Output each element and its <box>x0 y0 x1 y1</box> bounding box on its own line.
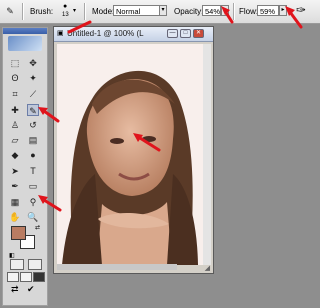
document-title-bar[interactable]: ▣ Untitled-1 @ 100% (L — □ ✕ <box>54 27 213 42</box>
notes-icon[interactable]: ▦ <box>9 196 21 208</box>
image-canvas[interactable] <box>57 44 203 265</box>
mode-label: Mode: <box>92 7 115 16</box>
pen-icon[interactable]: ✒ <box>9 180 21 192</box>
eyedropper-icon[interactable]: ⚲ <box>27 196 39 208</box>
foreground-color-swatch[interactable] <box>11 226 26 240</box>
brush-tool-preset-icon[interactable]: ✎ <box>4 5 16 17</box>
brush-size: 13 <box>62 12 69 18</box>
move-icon[interactable]: ✥ <box>27 57 39 69</box>
opacity-label: Opacity: <box>174 7 204 16</box>
toolbox-title-bar[interactable] <box>3 28 47 34</box>
mode-dropdown-icon[interactable]: ▾ <box>159 5 167 16</box>
document-window: ▣ Untitled-1 @ 100% (L — □ ✕ ◢ <box>53 26 214 274</box>
healing-brush-icon[interactable]: ✚ <box>9 104 21 116</box>
jump-to-imageready-icon[interactable]: ✔ <box>27 284 35 295</box>
flow-slider-button[interactable]: ▸ <box>279 5 287 16</box>
opacity-input[interactable]: 54% <box>202 5 221 16</box>
mode-value: Normal <box>116 7 141 16</box>
vertical-scrollbar[interactable] <box>203 44 211 265</box>
flow-label: Flow: <box>239 7 259 16</box>
imageready-icon[interactable]: ⇄ <box>11 284 19 295</box>
dodge-icon[interactable]: ● <box>27 149 39 161</box>
swap-colors-icon[interactable]: ⇄ <box>35 224 40 231</box>
opacity-value: 54% <box>205 7 221 16</box>
path-selection-icon[interactable]: ➤ <box>9 165 21 177</box>
marquee-icon[interactable]: ⬚ <box>9 57 21 69</box>
brush-preview-icon[interactable]: ● <box>63 3 67 10</box>
gradient-icon[interactable]: ▤ <box>27 134 39 146</box>
airbrush-icon[interactable]: ✑ <box>296 3 306 17</box>
full-screen-mode-icon[interactable] <box>33 272 45 282</box>
close-button[interactable]: ✕ <box>193 29 204 38</box>
flow-value: 59% <box>260 7 276 16</box>
brush-label: Brush: <box>30 7 54 16</box>
type-icon[interactable]: T <box>27 165 39 177</box>
minimize-button[interactable]: — <box>167 29 178 38</box>
photoshop-doc-icon: ▣ <box>57 30 64 37</box>
quick-mask-mode-icon[interactable] <box>28 259 42 270</box>
lasso-icon[interactable]: ʘ <box>9 72 21 84</box>
shape-icon[interactable]: ▭ <box>27 180 39 192</box>
standard-screen-mode-icon[interactable] <box>7 272 19 282</box>
document-title: Untitled-1 @ 100% (L <box>67 29 144 38</box>
default-colors-icon[interactable]: ◧ <box>9 252 15 259</box>
opacity-slider-button[interactable]: ▸ <box>221 5 229 16</box>
toolbox: ⬚ ✥ ʘ ✦ ⌗ ⟋ ✚ ✎ ♙ ↺ ▱ ▤ ◆ ● ➤ T ✒ ▭ ▦ ⚲ … <box>2 27 48 306</box>
magic-wand-icon[interactable]: ✦ <box>27 72 39 84</box>
blur-icon[interactable]: ◆ <box>9 149 21 161</box>
brush-dropdown-icon[interactable]: ▾ <box>73 7 76 14</box>
portrait-photo <box>57 44 203 265</box>
hand-icon[interactable]: ✋ <box>9 211 21 223</box>
options-bar: ✎ Brush: ● 13 ▾ Mode: Normal ▾ Opacity: … <box>0 0 320 24</box>
eraser-icon[interactable]: ▱ <box>9 134 21 146</box>
adobe-feather-logo[interactable] <box>8 36 42 51</box>
resize-grip-icon[interactable]: ◢ <box>205 264 210 272</box>
history-brush-icon[interactable]: ↺ <box>27 119 39 131</box>
clone-stamp-icon[interactable]: ♙ <box>9 119 21 131</box>
crop-icon[interactable]: ⌗ <box>9 88 21 100</box>
zoom-icon[interactable]: 🔍 <box>27 211 39 223</box>
separator <box>84 3 86 20</box>
slice-icon[interactable]: ⟋ <box>27 88 39 100</box>
standard-mode-icon[interactable] <box>10 259 24 270</box>
full-screen-menu-mode-icon[interactable] <box>20 272 32 282</box>
flow-input[interactable]: 59% <box>257 5 279 16</box>
separator <box>22 3 24 20</box>
separator <box>233 3 235 20</box>
maximize-button[interactable]: □ <box>180 29 191 38</box>
status-bar <box>57 264 177 270</box>
brush-tool-icon[interactable]: ✎ <box>27 104 39 116</box>
